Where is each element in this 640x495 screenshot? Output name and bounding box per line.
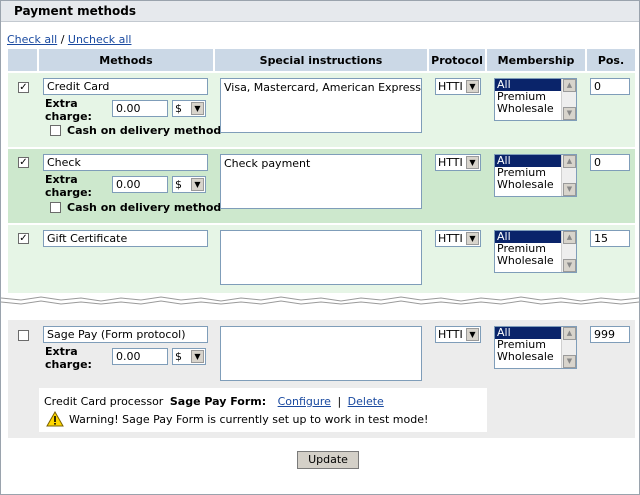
chevron-down-icon: ▼ — [466, 328, 479, 341]
header-membership: Membership — [487, 49, 587, 71]
scroll-down-icon[interactable]: ▼ — [563, 183, 576, 196]
payment-methods-panel: Payment methods Check all / Uncheck all … — [0, 0, 640, 495]
protocol-select[interactable]: HTTI ▼ — [435, 154, 481, 171]
method-enable-checkbox[interactable] — [18, 330, 29, 341]
scroll-down-icon[interactable]: ▼ — [563, 355, 576, 368]
currency-select[interactable]: $ ▼ — [172, 348, 206, 365]
method-name-input[interactable]: Gift Certificate — [43, 230, 208, 247]
cod-label: Cash on delivery method — [67, 201, 222, 214]
panel-title: Payment methods — [14, 4, 137, 18]
processor-prefix: Credit Card processor — [44, 395, 164, 408]
check-all-link[interactable]: Check all — [7, 33, 57, 46]
membership-listbox[interactable]: All Premium Wholesale ▲ ▼ — [494, 78, 577, 121]
scroll-up-icon[interactable]: ▲ — [563, 231, 576, 244]
listbox-scrollbar[interactable]: ▲ ▼ — [561, 155, 576, 196]
cod-checkbox[interactable] — [50, 202, 61, 213]
chevron-down-icon: ▼ — [191, 102, 204, 115]
uncheck-all-link[interactable]: Uncheck all — [68, 33, 132, 46]
chevron-down-icon: ▼ — [466, 156, 479, 169]
processor-line: Credit Card processor Sage Pay Form: Con… — [44, 395, 384, 408]
position-input[interactable]: 999 — [590, 326, 630, 343]
method-name-input[interactable]: Credit Card — [43, 78, 208, 95]
link-separator: / — [60, 33, 65, 46]
scroll-up-icon[interactable]: ▲ — [563, 79, 576, 92]
protocol-select[interactable]: HTTI ▼ — [435, 78, 481, 95]
processor-link-separator: | — [337, 395, 342, 408]
method-enable-checkbox[interactable]: ✓ — [18, 233, 29, 244]
membership-option[interactable]: Wholesale — [495, 179, 561, 191]
protocol-select[interactable]: HTTI ▼ — [435, 230, 481, 247]
membership-listbox[interactable]: All Premium Wholesale ▲ ▼ — [494, 326, 577, 369]
processor-name: Sage Pay Form: — [169, 395, 267, 408]
listbox-scrollbar[interactable]: ▲ ▼ — [561, 327, 576, 368]
method-enable-checkbox[interactable]: ✓ — [18, 82, 29, 93]
header-methods: Methods — [39, 49, 215, 71]
extra-charge-label: Extra charge: — [45, 345, 92, 371]
extra-charge-label: Extra charge: — [45, 97, 92, 123]
check-links: Check all / Uncheck all — [7, 33, 131, 46]
chevron-down-icon: ▼ — [191, 178, 204, 191]
currency-select[interactable]: $ ▼ — [172, 176, 206, 193]
method-enable-checkbox[interactable]: ✓ — [18, 157, 29, 168]
extra-charge-input[interactable]: 0.00 — [112, 100, 168, 117]
scroll-up-icon[interactable]: ▲ — [563, 155, 576, 168]
scroll-down-icon[interactable]: ▼ — [563, 107, 576, 120]
listbox-scrollbar[interactable]: ▲ ▼ — [561, 79, 576, 120]
warning-icon — [46, 411, 64, 427]
header-pos: Pos. — [587, 49, 635, 71]
currency-select[interactable]: $ ▼ — [172, 100, 206, 117]
torn-edge-divider — [1, 296, 639, 305]
method-row: ✓ Gift Certificate HTTI ▼ All Premium Who… — [8, 225, 635, 293]
position-input[interactable]: 15 — [590, 230, 630, 247]
header-protocol: Protocol — [429, 49, 487, 71]
extra-charge-label: Extra charge: — [45, 173, 92, 199]
membership-listbox[interactable]: All Premium Wholesale ▲ ▼ — [494, 154, 577, 197]
header-special-instructions: Special instructions — [215, 49, 429, 71]
extra-charge-input[interactable]: 0.00 — [112, 176, 168, 193]
cod-label: Cash on delivery method — [67, 124, 222, 137]
test-mode-warning: Warning! Sage Pay Form is currently set … — [46, 411, 428, 427]
extra-charge-input[interactable]: 0.00 — [112, 348, 168, 365]
update-button[interactable]: Update — [297, 451, 359, 469]
position-input[interactable]: 0 — [590, 154, 630, 171]
method-name-input[interactable]: Sage Pay (Form protocol) — [43, 326, 208, 343]
scroll-down-icon[interactable]: ▼ — [563, 259, 576, 272]
method-row: ✓ Check Extra charge: 0.00 $ ▼ Cash on del… — [8, 149, 635, 223]
title-bar: Payment methods — [1, 1, 639, 22]
special-instructions-textarea[interactable]: Check payment — [220, 154, 422, 209]
warning-text: Warning! Sage Pay Form is currently set … — [69, 412, 429, 426]
chevron-down-icon: ▼ — [466, 232, 479, 245]
special-instructions-textarea[interactable] — [220, 326, 422, 381]
header-checkbox-col — [8, 49, 39, 71]
method-row: ✓ Credit Card Extra charge: 0.00 $ ▼ Cash … — [8, 73, 635, 147]
position-input[interactable]: 0 — [590, 78, 630, 95]
configure-link[interactable]: Configure — [278, 395, 331, 408]
membership-option[interactable]: Wholesale — [495, 351, 561, 363]
method-name-input[interactable]: Check — [43, 154, 208, 171]
protocol-select[interactable]: HTTI ▼ — [435, 326, 481, 343]
cod-checkbox[interactable] — [50, 125, 61, 136]
special-instructions-textarea[interactable]: Visa, Mastercard, American Express — [220, 78, 422, 133]
membership-option[interactable]: Wholesale — [495, 255, 561, 267]
delete-link[interactable]: Delete — [348, 395, 384, 408]
chevron-down-icon: ▼ — [466, 80, 479, 93]
special-instructions-textarea[interactable] — [220, 230, 422, 285]
listbox-scrollbar[interactable]: ▲ ▼ — [561, 231, 576, 272]
membership-listbox[interactable]: All Premium Wholesale ▲ ▼ — [494, 230, 577, 273]
membership-option[interactable]: Wholesale — [495, 103, 561, 115]
scroll-up-icon[interactable]: ▲ — [563, 327, 576, 340]
method-row: Sage Pay (Form protocol) Extra charge: 0.… — [8, 320, 635, 438]
chevron-down-icon: ▼ — [191, 350, 204, 363]
